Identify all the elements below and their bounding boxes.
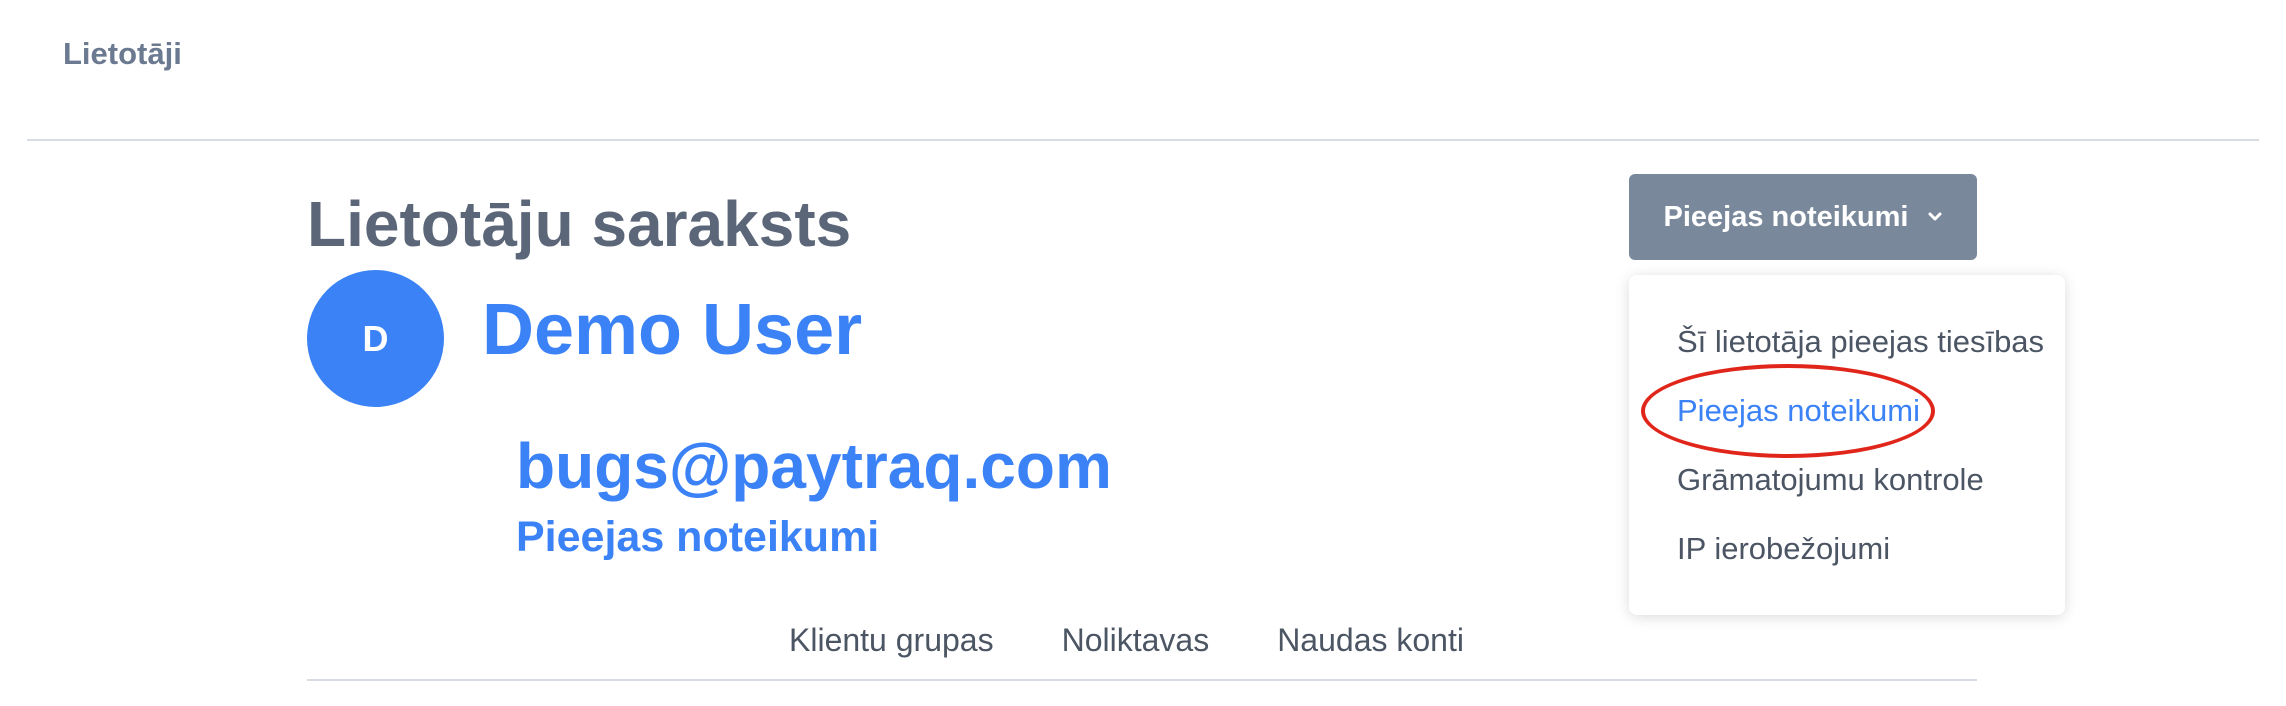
header-divider [27,139,2259,141]
section-title: Pieejas noteikumi [516,513,880,561]
chevron-down-icon [1928,212,1941,221]
menu-item-user-access-rights[interactable]: Šī lietotāja pieejas tiesības [1677,324,2044,360]
menu-item-access-rules[interactable]: Pieejas noteikumi [1677,393,1920,429]
user-email: bugs@paytraq.com [516,430,1112,502]
tabs-divider [307,679,1977,681]
page-title: Lietotāju saraksts [307,188,852,260]
dropdown-button-label: Pieejas noteikumi [1663,200,1909,233]
tab-noliktavas[interactable]: Noliktavas [1062,616,1210,664]
access-rules-dropdown-button[interactable]: Pieejas noteikumi [1629,174,1977,260]
user-name: Demo User [482,290,863,370]
avatar: D [307,270,444,407]
page: Lietotāji Lietotāju saraksts D Demo User… [0,0,2286,706]
tab-klientu-grupas[interactable]: Klientu grupas [789,616,994,664]
dropdown-menu: Šī lietotāja pieejas tiesības Pieejas no… [1629,275,2065,615]
avatar-letter: D [362,317,389,359]
menu-item-ip-restrictions[interactable]: IP ierobežojumi [1677,531,1890,567]
tabs: Klientu grupas Noliktavas Naudas konti [789,616,1464,664]
breadcrumb[interactable]: Lietotāji [63,36,182,72]
tab-naudas-konti[interactable]: Naudas konti [1277,616,1464,664]
menu-item-posting-control[interactable]: Grāmatojumu kontrole [1677,462,1984,498]
